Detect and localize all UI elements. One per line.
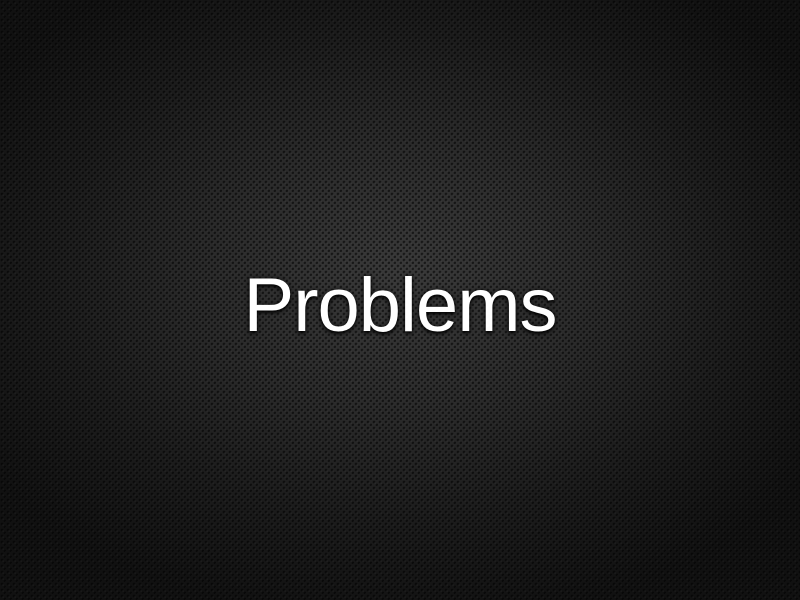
slide: Problems: [0, 0, 800, 600]
slide-title: Problems: [243, 263, 558, 348]
